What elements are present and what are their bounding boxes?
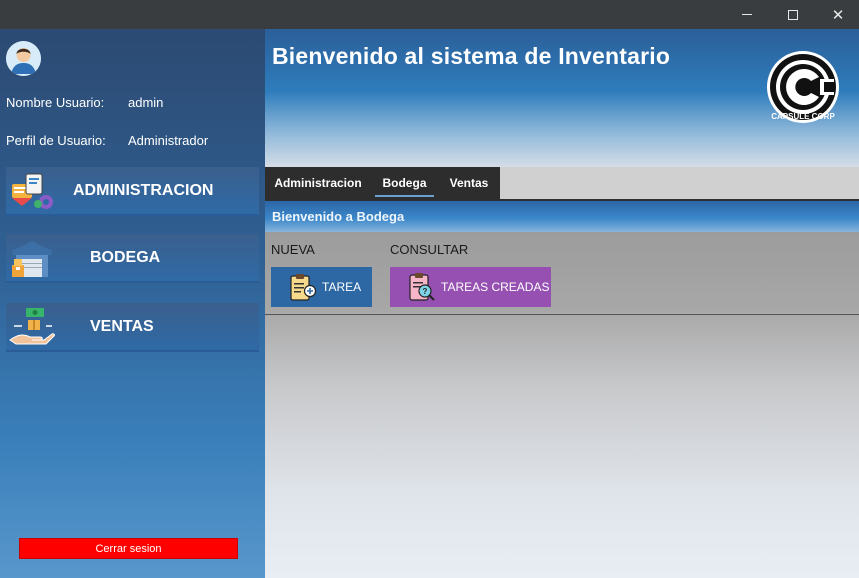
user-name-label: Nombre Usuario:: [6, 95, 105, 110]
new-section-label: NUEVA: [271, 242, 315, 257]
user-name-value: admin: [128, 95, 164, 110]
tab-strip: Administracion Bodega Ventas: [265, 167, 859, 199]
new-task-clipboard-icon: [287, 272, 317, 302]
sidebar-item-bodega[interactable]: BODEGA: [6, 234, 259, 283]
content-divider: [265, 314, 859, 315]
close-icon[interactable]: ✕: [815, 0, 859, 29]
created-tasks-button[interactable]: ? TAREAS CREADAS: [390, 267, 551, 307]
capsule-corp-logo: CAPSULE CORP: [764, 49, 842, 141]
bodega-title-bar: Bienvenido a Bodega: [265, 201, 859, 232]
header-banner: Bienvenido al sistema de Inventario CAPS…: [265, 29, 859, 167]
sidebar-item-label: VENTAS: [90, 318, 154, 335]
logo-text: CAPSULE CORP: [771, 112, 835, 121]
tab-bodega[interactable]: Bodega: [371, 167, 438, 199]
sidebar-item-ventas[interactable]: VENTAS: [6, 303, 259, 352]
minimize-icon[interactable]: [724, 0, 770, 29]
sales-icon: [8, 306, 56, 348]
sidebar-item-label: ADMINISTRACION: [73, 182, 214, 199]
administration-icon: [8, 170, 56, 212]
created-tasks-label: TAREAS CREADAS: [441, 280, 550, 294]
tab-administracion[interactable]: Administracion: [265, 167, 371, 199]
window-title-bar: ✕: [0, 0, 859, 29]
svg-text:?: ?: [423, 287, 428, 296]
new-task-label: TAREA: [322, 280, 362, 294]
sidebar-item-administracion[interactable]: ADMINISTRACION: [6, 167, 259, 216]
user-profile-label: Perfil de Usuario:: [6, 133, 106, 148]
bodega-content: NUEVA CONSULTAR TAREA ? TAREAS CREADAS: [265, 232, 859, 578]
user-avatar-icon: [6, 41, 41, 76]
bodega-title: Bienvenido a Bodega: [272, 209, 405, 224]
maximize-icon[interactable]: [770, 0, 816, 29]
sidebar-item-label: BODEGA: [90, 249, 161, 266]
new-task-button[interactable]: TAREA: [271, 267, 372, 307]
page-title: Bienvenido al sistema de Inventario: [272, 43, 671, 69]
logout-button[interactable]: Cerrar sesion: [19, 538, 238, 559]
warehouse-icon: [8, 237, 56, 279]
user-profile-value: Administrador: [128, 133, 209, 148]
tab-ventas[interactable]: Ventas: [438, 167, 500, 199]
sidebar: Nombre Usuario: admin Perfil de Usuario:…: [0, 29, 265, 578]
query-section-label: CONSULTAR: [390, 242, 469, 257]
search-task-clipboard-icon: ?: [406, 272, 436, 302]
